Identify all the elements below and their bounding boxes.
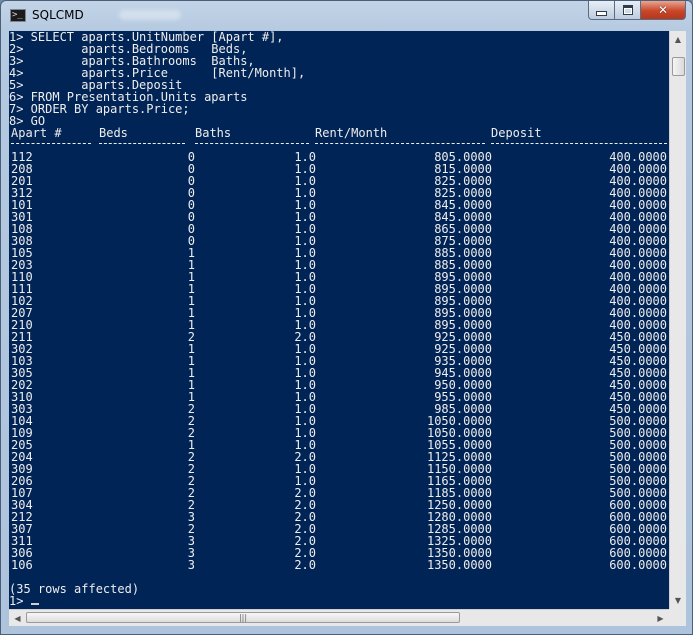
table-row: 211 2 2.0 925.0000 450.0000 [9,331,669,343]
separator-dashes [315,143,485,144]
table-row: 112 0 1.0 805.0000 400.0000 [9,151,669,163]
table-row: 105 1 1.0 885.0000 400.0000 [9,247,669,259]
separator-dashes [11,143,91,144]
table-row: 306 3 2.0 1350.0000 600.0000 [9,547,669,559]
table-cell: 3 [187,558,195,572]
table-row: 212 3 2.0 1280.0000 600.0000 [9,511,669,523]
vertical-scrollbar[interactable]: ▲ ▼ [669,31,686,609]
blurred-title-text [119,10,181,20]
window-title: SQLCMD [32,8,84,22]
table-row: 310 1 1.0 955.0000 450.0000 [9,391,669,403]
prompt: 1> [9,594,24,608]
table-row: 312 0 1.0 825.0000 400.0000 [9,187,669,199]
table-row: 307 2 2.0 1285.0000 600.0000 [9,523,669,535]
scroll-right-icon[interactable]: ▶ [652,610,669,626]
separator-dashes [491,143,667,144]
console-icon[interactable]: >_ [10,9,26,22]
column-header: Rent/Month [315,126,388,140]
table-row: 302 1 1.0 925.0000 450.0000 [9,343,669,355]
table-row: 305 1 1.0 945.0000 450.0000 [9,367,669,379]
table-row: 111 1 1.0 895.0000 400.0000 [9,283,669,295]
table-row: 208 0 1.0 815.0000 400.0000 [9,163,669,175]
text-cursor [30,603,39,605]
prompt-line[interactable]: 1> [9,595,669,607]
separator-dashes [195,143,309,144]
minimize-button[interactable] [588,1,615,20]
close-button[interactable]: ✕ [641,1,686,20]
sqlcmd-window: >_ SQLCMD ✕ 1> SELECT aparts.UnitNumber … [0,0,693,635]
query-line: 7> ORDER BY aparts.Price; [9,102,190,116]
resize-grip[interactable] [669,609,686,626]
table-row: 210 1 1.0 895.0000 400.0000 [9,319,669,331]
title-bar[interactable]: >_ SQLCMD ✕ [1,1,692,31]
table-row: 301 0 1.0 845.0000 400.0000 [9,211,669,223]
table-row: 109 2 1.0 1050.0000 500.0000 [9,427,669,439]
table-row: 309 2 1.0 1150.0000 500.0000 [9,463,669,475]
table-cell: 106 [11,558,33,572]
table-row: 308 0 1.0 875.0000 400.0000 [9,235,669,247]
table-cell: 1350.0000 [426,558,492,572]
table-row: 102 1 1.0 895.0000 400.0000 [9,295,669,307]
vertical-scroll-thumb[interactable] [672,57,685,76]
table-row: 206 2 1.0 1165.0000 500.0000 [9,475,669,487]
horizontal-scrollbar[interactable]: ◀ ||| ▶ [9,609,669,626]
header-separator [9,139,669,151]
table-row: 110 1 1.0 895.0000 400.0000 [9,271,669,283]
table-row: 303 2 1.0 985.0000 450.0000 [9,403,669,415]
window-controls: ✕ [588,1,686,20]
table-row: 101 0 1.0 845.0000 400.0000 [9,199,669,211]
maximize-icon [622,5,633,15]
table-row: 304 2 2.0 1250.0000 600.0000 [9,499,669,511]
horizontal-scroll-thumb[interactable]: ||| [26,612,460,623]
close-icon: ✕ [657,3,669,17]
table-row: 103 1 1.0 935.0000 450.0000 [9,355,669,367]
console-output[interactable]: 1> SELECT aparts.UnitNumber [Apart #], 2>… [9,31,669,609]
table-row: 104 2 1.0 1050.0000 500.0000 [9,415,669,427]
column-header-row: Apart # Beds Baths Rent/Month Deposit [9,127,669,139]
table-row: 205 1 1.0 1055.0000 500.0000 [9,439,669,451]
table-row: 311 3 2.0 1325.0000 600.0000 [9,535,669,547]
table-row: 106 3 2.0 1350.0000 600.0000 [9,559,669,571]
rows-affected-message: (35 rows affected) [9,582,140,596]
scroll-down-icon[interactable]: ▼ [670,592,686,609]
table-row: 107 2 2.0 1185.0000 500.0000 [9,487,669,499]
maximize-button[interactable] [615,1,641,20]
scroll-up-icon[interactable]: ▲ [670,31,686,48]
column-header: Baths [195,126,232,140]
table-cell: 2.0 [294,558,316,572]
scroll-left-icon[interactable]: ◀ [9,610,26,626]
minimize-icon [596,10,607,16]
table-row: 207 1 1.0 895.0000 400.0000 [9,307,669,319]
column-header: Apart # [11,126,62,140]
table-row: 203 1 1.0 885.0000 400.0000 [9,259,669,271]
table-row: 201 0 1.0 825.0000 400.0000 [9,175,669,187]
column-header: Deposit [491,126,542,140]
table-cell: 600.0000 [609,558,667,572]
table-row: 108 0 1.0 865.0000 400.0000 [9,223,669,235]
table-row: 204 2 2.0 1125.0000 500.0000 [9,451,669,463]
column-header: Beds [99,126,128,140]
separator-dashes [99,143,185,144]
table-row: 202 1 1.0 950.0000 450.0000 [9,379,669,391]
